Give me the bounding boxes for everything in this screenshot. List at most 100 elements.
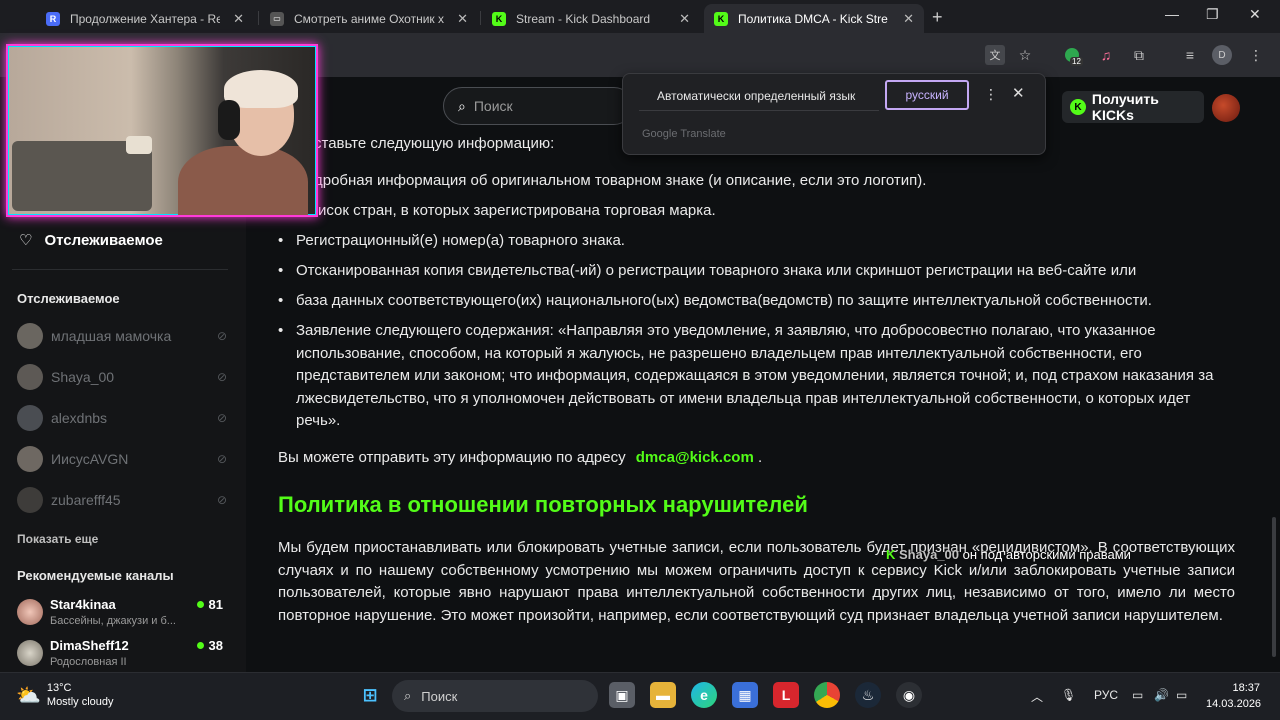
channel-name: alexdnbs — [51, 410, 108, 426]
speaker-icon[interactable]: 🔊 — [1154, 688, 1169, 702]
email-link[interactable]: dmca@kick.com — [636, 449, 754, 466]
tab-hunter[interactable]: R Продолжение Хантера - Restr ✕ — [36, 4, 254, 33]
time: 18:37 — [1232, 682, 1260, 694]
bullet-item: Заявление следующего содержания: «Направ… — [278, 320, 1238, 433]
tab-label: Продолжение Хантера - Restr — [70, 11, 220, 26]
target-language-tab[interactable]: русский — [885, 80, 969, 110]
close-icon[interactable]: ✕ — [233, 11, 244, 27]
media-queue-icon[interactable]: ≡ — [1180, 45, 1200, 65]
close-icon[interactable]: ✕ — [457, 11, 468, 27]
close-icon[interactable]: ✕ — [903, 11, 914, 27]
search-icon: ⌕ — [404, 688, 412, 703]
auto-detected-language-tab[interactable]: Автоматически определенный язык — [657, 89, 855, 103]
profile-avatar[interactable]: D — [1212, 45, 1232, 65]
taskbar-search-label: Поиск — [421, 688, 458, 704]
task-view-icon[interactable]: ▣ — [609, 682, 635, 708]
music-extension-icon[interactable]: ♫ — [1096, 45, 1116, 65]
kick-favicon-icon: K — [492, 11, 506, 26]
channel-name: Star4kinaa — [50, 597, 116, 612]
date: 14.03.2026 — [1206, 698, 1262, 710]
bullet-item: дробная информация об оригинальном товар… — [314, 172, 927, 189]
user-avatar[interactable] — [1212, 94, 1240, 122]
followed-channel[interactable]: zubarefff45 ⊘ — [17, 485, 227, 515]
channel-name: ИисусAVGN — [51, 451, 129, 467]
chrome-browser-icon[interactable] — [814, 682, 840, 708]
monitor-icon[interactable]: ▭ — [1132, 688, 1143, 702]
tab-label: Политика DMCA - Kick Stream — [738, 11, 888, 26]
stream-chat-overlay: K Shaya_00 он под авторскими правами — [886, 547, 1131, 562]
pillow-shape — [126, 136, 152, 154]
menu-kebab-icon[interactable]: ⋮ — [1246, 45, 1266, 65]
followed-channel[interactable]: Shaya_00 ⊘ — [17, 362, 227, 392]
avatar — [17, 323, 43, 349]
store-icon[interactable]: ▦ — [732, 682, 758, 708]
translate-icon[interactable]: 文 — [985, 45, 1005, 65]
r-favicon-icon: R — [46, 11, 60, 26]
offline-icon: ⊘ — [216, 452, 227, 466]
offline-icon: ⊘ — [216, 493, 227, 507]
followed-channel[interactable]: младшая мамочка ⊘ — [17, 321, 227, 351]
viewer-count: 38 — [197, 638, 223, 653]
window-close-icon[interactable]: ✕ — [1249, 6, 1261, 23]
followed-channel[interactable]: alexdnbs ⊘ — [17, 403, 227, 433]
edge-browser-icon[interactable]: e — [691, 682, 717, 708]
taskbar-search[interactable]: ⌕ Поиск — [392, 680, 598, 712]
channel-category: Бассейны, джакузи и б... — [50, 615, 176, 627]
translate-popup: Автоматически определенный язык русский … — [622, 73, 1046, 155]
tab-label: Stream - Kick Dashboard — [516, 11, 651, 26]
email-prefix: Вы можете отправить эту информацию по ад… — [278, 449, 626, 466]
system-clock[interactable]: 18:37 14.03.2026 — [1206, 680, 1262, 712]
new-tab-icon[interactable]: + — [932, 7, 943, 28]
weather-text: Mostly cloudy — [46, 696, 114, 708]
avatar — [17, 364, 43, 390]
tray-overflow-icon[interactable]: ︿ — [1031, 688, 1043, 705]
recommended-heading: Рекомендуемые каналы — [17, 568, 174, 583]
lightshot-app-icon[interactable]: L — [773, 682, 799, 708]
avatar — [17, 446, 43, 472]
search-input[interactable]: ⌕ Поиск — [443, 87, 633, 125]
tab-kick-dashboard[interactable]: K Stream - Kick Dashboard ✕ — [482, 4, 700, 33]
tab-underline — [639, 110, 879, 111]
extensions-puzzle-icon[interactable]: ⧉ — [1129, 45, 1149, 65]
battery-icon[interactable]: ▭ — [1176, 688, 1187, 702]
sidebar-following-nav[interactable]: ♡ Отслеживаемое — [19, 231, 163, 250]
offline-icon: ⊘ — [216, 370, 227, 384]
following-nav-label: Отслеживаемое — [44, 231, 163, 249]
close-icon[interactable]: ✕ — [1012, 84, 1025, 102]
tab-divider — [480, 11, 481, 25]
steam-icon[interactable]: ♨ — [855, 682, 881, 708]
microphone-icon[interactable]: 🎙 — [1061, 688, 1076, 702]
recommended-channel[interactable]: DimaSheff12 Родословная II 38 — [17, 636, 227, 676]
kick-favicon-icon: K — [714, 11, 728, 26]
channel-name: младшая мамочка — [51, 328, 172, 344]
restore-icon[interactable]: ❐ — [1206, 6, 1219, 23]
recommended-channel[interactable]: Star4kinaa Бассейны, джакузи и б... 81 — [17, 595, 227, 635]
start-windows-icon[interactable]: ⊞ — [357, 682, 383, 708]
obs-icon[interactable]: ◉ — [896, 682, 922, 708]
extension-shield-icon[interactable]: 12 — [1062, 45, 1083, 66]
webcam-overlay — [6, 44, 318, 217]
minimize-icon[interactable]: — — [1165, 6, 1179, 22]
file-explorer-icon[interactable]: ▬ — [650, 682, 676, 708]
bookmark-star-icon[interactable]: ☆ — [1015, 45, 1035, 65]
input-language[interactable]: РУС — [1094, 688, 1118, 702]
channel-name: zubarefff45 — [51, 492, 121, 508]
offline-icon: ⊘ — [216, 411, 227, 425]
tab-label: Смотреть аниме Охотник х Ох — [294, 11, 444, 26]
browser-tab-strip: R Продолжение Хантера - Restr ✕ ▭ Смотре… — [0, 0, 1280, 33]
page-scrollbar[interactable] — [1272, 517, 1276, 657]
email-line: Вы можете отправить эту информацию по ад… — [278, 447, 762, 469]
show-more-link[interactable]: Показать еще — [17, 532, 98, 546]
followed-channel[interactable]: ИисусAVGN ⊘ — [17, 444, 227, 474]
cloudy-weather-icon: ⛅ — [16, 684, 41, 707]
avatar — [17, 599, 43, 625]
chat-message: он под авторскими правами — [962, 547, 1131, 562]
weather-widget[interactable]: ⛅ 13°C Mostly cloudy — [16, 681, 114, 709]
get-kicks-button[interactable]: K Получить KICKs — [1062, 91, 1204, 123]
streamer-figure — [158, 66, 308, 215]
tab-dmca-policy[interactable]: K Политика DMCA - Kick Stream ✕ — [704, 4, 924, 33]
close-icon[interactable]: ✕ — [679, 11, 690, 27]
tab-anime[interactable]: ▭ Смотреть аниме Охотник х Ох ✕ — [260, 4, 478, 33]
translate-options-icon[interactable]: ⋮ — [984, 86, 998, 103]
sidebar-divider — [12, 269, 228, 270]
